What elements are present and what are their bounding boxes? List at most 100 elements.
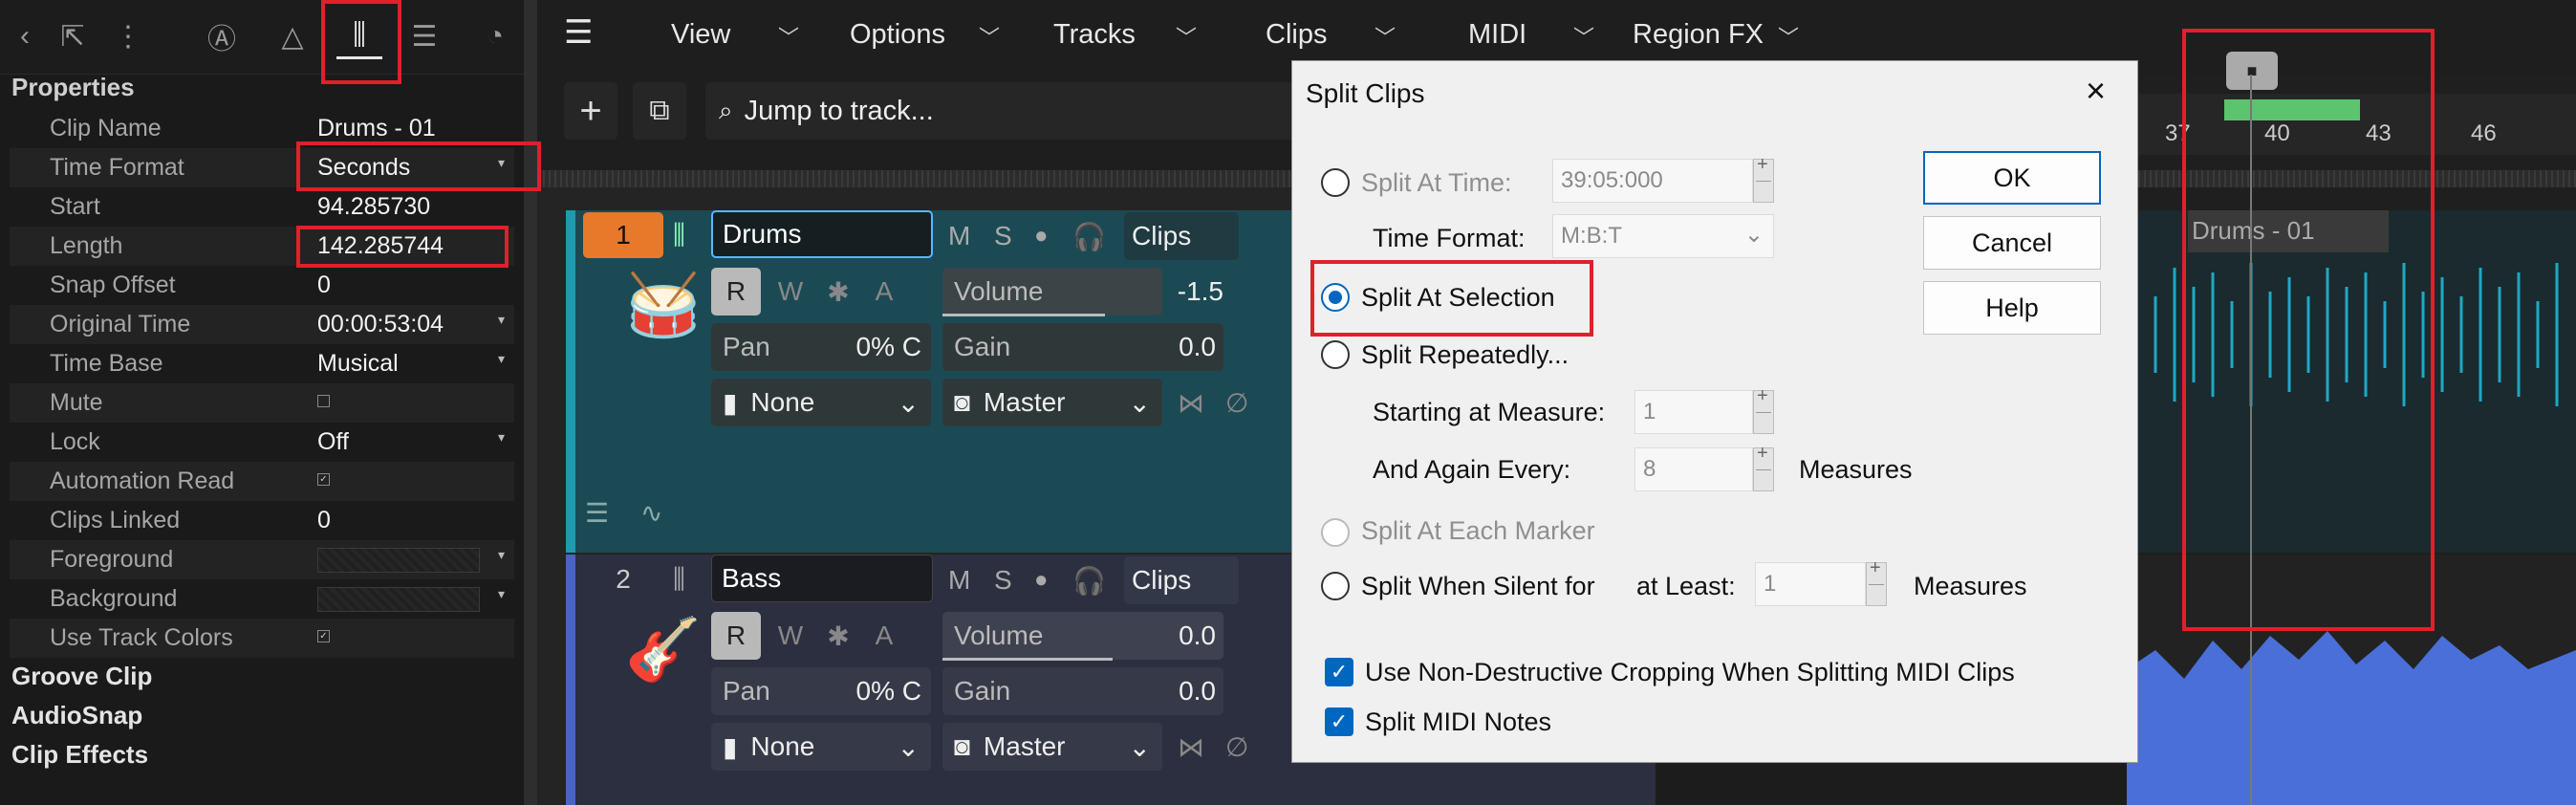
time-ruler[interactable]: ■ 37 40 43 46 [2127,52,2576,155]
list-icon[interactable]: ☰ [401,13,447,59]
property-row[interactable]: Automation Read ✓ [10,462,514,501]
checkbox-icon[interactable]: ✓ [1325,658,1353,686]
property-value[interactable]: Off [317,428,349,456]
split-when-silent-label[interactable]: Split When Silent for [1361,572,1595,601]
chevron-down-icon[interactable]: ﹀ [1778,21,1799,52]
starting-measure-spinner[interactable] [1753,385,1774,434]
split-midi-notes-label[interactable]: Split MIDI Notes [1365,707,1551,737]
track-number[interactable]: 1 [583,212,663,258]
menu-options[interactable]: Options [850,19,945,51]
property-row[interactable]: Time Format Seconds ▾ [10,148,514,187]
metronome-icon[interactable]: △ [270,13,315,59]
menu-region-fx[interactable]: Region FX [1633,19,1764,51]
silent-measures-field[interactable]: 1 [1755,562,1866,606]
property-row[interactable]: Use Track Colors ✓ [10,619,514,658]
output-select[interactable]: ◙ Master ⌄ [942,379,1162,426]
clips-button[interactable]: Clips [1124,212,1239,260]
menu-tracks[interactable]: Tracks [1053,19,1136,51]
track-meter-icon[interactable]: ⫼ [673,564,685,596]
again-every-spinner[interactable] [1753,443,1774,491]
menu-view[interactable]: View [671,19,730,51]
property-value[interactable]: 0 [317,272,331,299]
property-row[interactable]: Mute [10,383,514,423]
scroll-strip[interactable] [2127,170,2576,187]
property-value[interactable]: 142.285744 [317,232,444,260]
close-icon[interactable]: × [2086,71,2106,111]
headphones-icon[interactable]: 🎧 [1072,556,1106,604]
chevron-down-icon[interactable]: ﹀ [1375,21,1396,52]
property-row[interactable]: Start 94.285730 [10,187,514,227]
checkbox-icon[interactable]: ✓ [1325,707,1353,736]
selection-range[interactable] [2224,99,2360,120]
split-at-selection-radio[interactable] [1321,283,1350,312]
menu-midi[interactable]: MIDI [1468,19,1526,51]
property-row[interactable]: Original Time 00:00:53:04 ▾ [10,305,514,344]
dropdown-arrow-icon[interactable]: ▾ [498,586,505,602]
output-select[interactable]: ◙ Master ⌄ [942,723,1162,771]
phase-icon[interactable]: ∅ [1225,723,1248,771]
track-meter-icon[interactable]: ⫼ [673,220,685,251]
property-row[interactable]: Foreground ▾ [10,540,514,579]
record-arm-icon[interactable]: ● [1034,556,1049,604]
checkbox-icon[interactable]: ✓ [317,473,330,486]
clips-button[interactable]: Clips [1124,556,1239,604]
split-repeatedly-label[interactable]: Split Repeatedly... [1361,340,1569,370]
instrument-icon[interactable]: Ⓐ [199,13,245,59]
section-clip-effects[interactable]: Clip Effects [11,740,148,770]
clip-properties-tab-icon[interactable]: ⫼ [336,13,382,59]
dropdown-arrow-icon[interactable]: ▾ [498,547,505,563]
track-name-field[interactable]: Drums [711,210,933,258]
menu-clips[interactable]: Clips [1266,19,1327,51]
dropdown-arrow-icon[interactable]: ▾ [498,155,505,171]
dropdown-arrow-icon[interactable]: ▾ [498,312,505,328]
read-automation-button[interactable]: R [711,612,761,660]
section-groove-clip[interactable]: Groove Clip [11,662,152,691]
back-icon[interactable]: ‹ [2,13,48,59]
read-automation-button[interactable]: R [711,268,761,315]
property-value[interactable]: Musical [317,350,399,378]
properties-heading[interactable]: Properties [11,73,135,102]
non-destructive-cropping-label[interactable]: Use Non-Destructive Cropping When Splitt… [1365,658,2015,687]
mute-button[interactable]: M [948,212,970,260]
input-select[interactable]: ▮ None ⌄ [711,723,931,771]
split-repeatedly-radio[interactable] [1321,340,1350,369]
solo-button[interactable]: S [994,212,1012,260]
hamburger-icon[interactable]: ☰ [564,13,593,52]
silent-measures-spinner[interactable] [1866,557,1887,606]
record-arm-icon[interactable]: ● [1034,212,1049,260]
split-at-selection-label[interactable]: Split At Selection [1361,283,1555,313]
checkbox-icon[interactable] [317,395,330,407]
envelope-icon[interactable]: ∿ [640,497,662,529]
split-each-marker-label[interactable]: Split At Each Marker [1361,516,1595,546]
time-format-select[interactable]: M:B:T ⌄ [1552,214,1774,258]
archive-button[interactable]: A [862,612,906,660]
expand-icon[interactable]: ⇱ [50,13,96,59]
chevron-down-icon[interactable]: ﹀ [1176,21,1197,52]
volume-slider[interactable]: Volume [942,268,1162,315]
property-value[interactable]: 00:00:53:04 [317,311,444,338]
split-at-time-label[interactable]: Split At Time: [1361,168,1512,198]
add-track-button[interactable]: + [564,82,617,140]
more-icon[interactable]: ⋮ [105,13,151,59]
property-value[interactable]: Drums - 01 [317,115,436,142]
time-spinner[interactable] [1753,154,1774,203]
track-name-field[interactable]: Bass [711,555,933,602]
starting-measure-field[interactable]: 1 [1634,390,1753,434]
chevron-down-icon[interactable]: ﹀ [979,21,1000,52]
color-swatch[interactable] [317,548,480,573]
property-row[interactable]: Snap Offset 0 [10,266,514,305]
gauge-icon[interactable]: ◔ [472,13,518,59]
drums-clip[interactable]: Drums - 01 [2127,210,2576,553]
now-marker-icon[interactable]: ■ [2226,52,2278,90]
again-every-field[interactable]: 8 [1634,447,1753,491]
chevron-down-icon[interactable]: ﹀ [1573,21,1594,52]
split-each-marker-radio[interactable] [1321,518,1350,547]
jump-to-track-button[interactable]: ⌕ Jump to track... [705,82,1317,140]
clips-pane[interactable]: ■ 37 40 43 46 Drums - 01 30 30 [1945,52,2576,805]
dropdown-arrow-icon[interactable]: ▾ [498,351,505,367]
checkbox-icon[interactable]: ✓ [317,630,330,642]
input-echo-button[interactable]: ✱ [816,612,860,660]
list-icon[interactable]: ☰ [585,497,609,529]
solo-button[interactable]: S [994,556,1012,604]
split-when-silent-radio[interactable] [1321,572,1350,600]
